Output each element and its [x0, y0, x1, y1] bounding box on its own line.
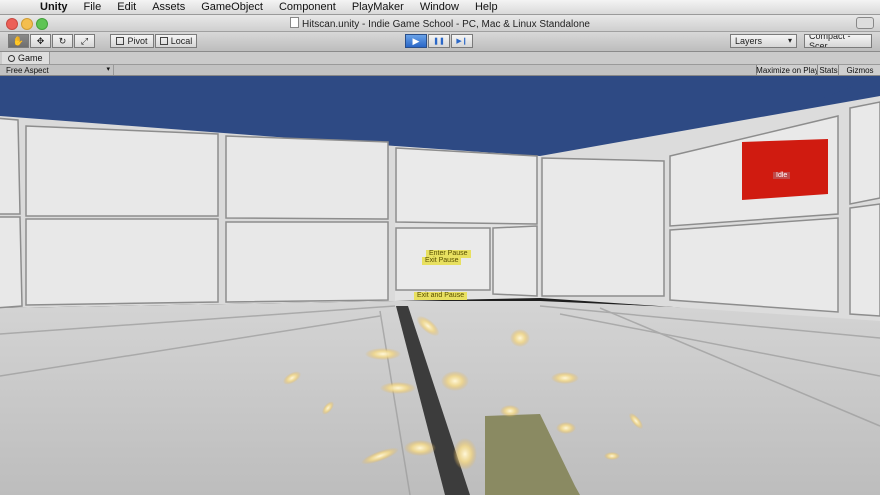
aspect-dropdown[interactable]: Free Aspect ▾	[2, 65, 114, 75]
local-toggle-button[interactable]: Local	[155, 34, 197, 48]
window-title: Hitscan.unity - Indie Game School - PC, …	[0, 17, 880, 30]
pause-icon: ❚❚	[433, 38, 445, 45]
menu-unity[interactable]: Unity	[32, 1, 76, 13]
gizmos-dropdown[interactable]: Gizmos	[838, 65, 880, 75]
tab-game[interactable]: Game	[2, 52, 50, 64]
back-wall-panels	[395, 147, 538, 297]
maximize-on-play-toggle[interactable]: Maximize on Play	[756, 65, 819, 75]
menu-assets[interactable]: Assets	[144, 1, 193, 13]
red-panel	[742, 139, 828, 200]
pivot-toggle-button[interactable]: Pivot	[110, 34, 154, 48]
local-icon	[159, 37, 168, 45]
rotate-tool-button[interactable]: ↻	[52, 34, 73, 48]
toolbar-toggle-button[interactable]	[856, 17, 874, 29]
document-icon	[290, 17, 300, 28]
pivot-icon	[116, 37, 125, 45]
scale-icon: ⤢	[80, 35, 89, 46]
window-titlebar: Hitscan.unity - Indie Game School - PC, …	[0, 15, 880, 32]
menu-help[interactable]: Help	[467, 1, 506, 13]
state-label-idle: Idle	[773, 172, 791, 179]
menu-component[interactable]: Component	[271, 1, 344, 13]
menu-playmaker[interactable]: PlayMaker	[344, 1, 412, 13]
hand-icon: ✋	[12, 35, 25, 46]
game-viewport[interactable]: Enter Pause Exit Pause Exit and Pause Id…	[0, 76, 880, 495]
chevron-down-icon: ▾	[787, 36, 792, 45]
hand-tool-button[interactable]: ✋	[8, 34, 29, 48]
game-tab-icon	[8, 54, 15, 62]
pause-button[interactable]: ❚❚	[428, 34, 450, 48]
stats-toggle[interactable]: Stats	[817, 65, 839, 75]
layout-dropdown[interactable]: Compact - Scer	[804, 34, 872, 48]
layers-dropdown[interactable]: Layers ▾	[730, 34, 797, 48]
scale-tool-button[interactable]: ⤢	[74, 34, 95, 48]
play-icon: ▶	[412, 35, 420, 46]
panel-tabbar: Game	[0, 52, 880, 65]
menu-gameobject[interactable]: GameObject	[193, 1, 271, 13]
move-tool-button[interactable]: ✥	[30, 34, 51, 48]
os-menubar: Unity File Edit Assets GameObject Compon…	[0, 0, 880, 15]
state-label-exit-and-pause: Exit and Pause	[414, 292, 468, 300]
menu-file[interactable]: File	[76, 1, 110, 13]
state-label-exit-pause: Exit Pause	[422, 257, 462, 265]
step-button[interactable]: ▶❙	[451, 34, 473, 48]
scene-render	[0, 76, 880, 495]
rotate-icon: ↻	[58, 35, 67, 46]
step-icon: ▶❙	[456, 38, 468, 45]
play-button[interactable]: ▶	[405, 34, 427, 48]
move-icon: ✥	[36, 35, 45, 46]
left-wall-panels	[0, 117, 389, 309]
menu-window[interactable]: Window	[412, 1, 467, 13]
unity-toolbar: ✋ ✥ ↻ ⤢ Pivot Local ▶ ❚❚ ▶❙ Layers ▾ Comp…	[0, 32, 880, 52]
menu-edit[interactable]: Edit	[109, 1, 144, 13]
game-view-controlbar: Free Aspect ▾ Maximize on Play Stats Gizm…	[0, 65, 880, 76]
chevron-down-icon: ▾	[106, 66, 110, 73]
